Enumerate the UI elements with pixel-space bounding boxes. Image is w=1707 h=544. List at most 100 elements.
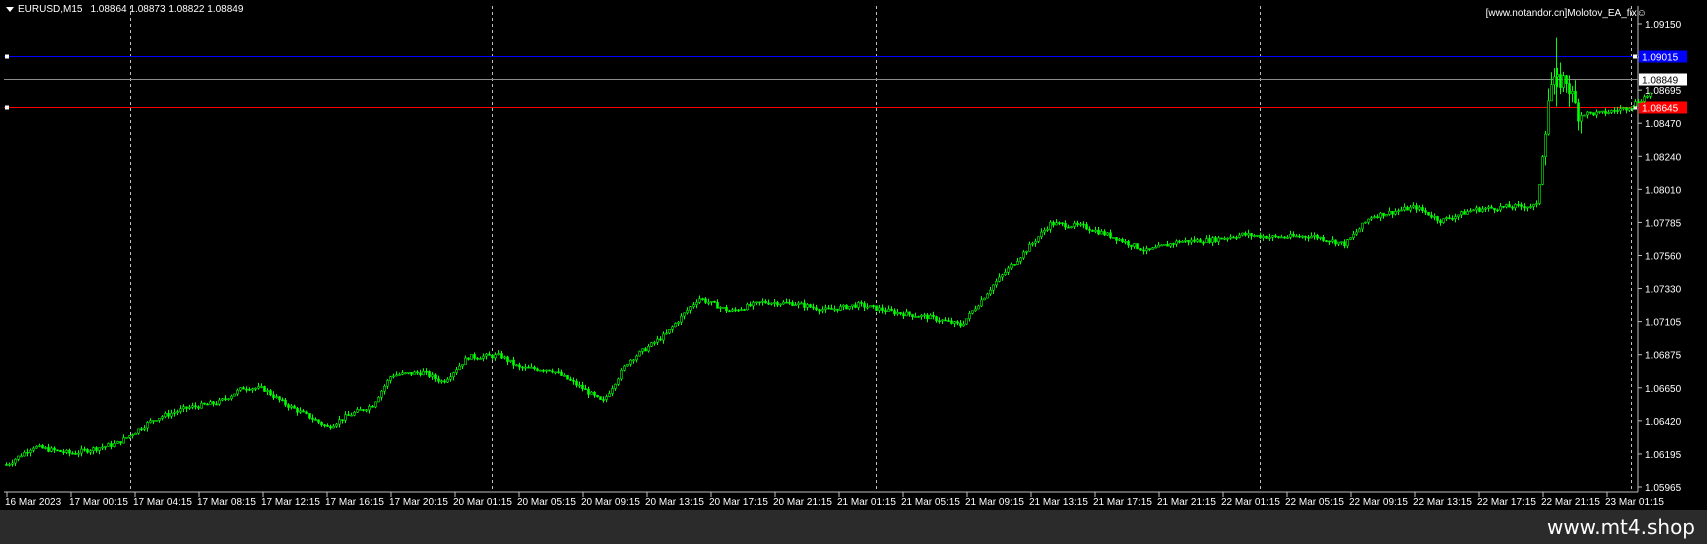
price-tick-label: 1.06420	[1645, 417, 1682, 428]
candle-body	[965, 318, 968, 325]
candle-body	[758, 301, 761, 304]
candle-body	[728, 310, 731, 313]
candle-body	[1625, 107, 1628, 111]
candle-body	[221, 398, 224, 401]
candle-body	[371, 406, 374, 408]
candle-body	[368, 406, 371, 411]
candle-body	[647, 346, 650, 352]
time-tick-label: 17 Mar 04:15	[133, 497, 192, 508]
candle-body	[1637, 101, 1640, 103]
candle-body	[1601, 110, 1604, 113]
candle-body	[1082, 223, 1085, 226]
candle-body	[1445, 217, 1448, 219]
candle-body	[1319, 237, 1322, 239]
time-tick-label: 16 Mar 2023	[5, 497, 62, 508]
candle-body	[893, 310, 896, 315]
candle-body	[77, 452, 80, 455]
candle-body	[1043, 229, 1046, 233]
candle-body	[1454, 216, 1457, 219]
candle-body	[974, 308, 977, 312]
candle-body	[473, 354, 476, 359]
candle-body	[197, 406, 200, 409]
candle-body	[1622, 107, 1625, 109]
candle-body	[1634, 101, 1637, 107]
candle-body	[740, 309, 743, 311]
site-footer: www.mt4.shop	[0, 510, 1707, 544]
candle-body	[662, 333, 665, 341]
candle-body	[29, 449, 32, 453]
candle-body	[242, 387, 245, 390]
price-chart[interactable]: 1.091501.089251.086951.084701.082401.080…	[0, 0, 1707, 510]
candle-body	[23, 451, 26, 457]
candle-body	[1094, 229, 1097, 232]
candle-body	[1607, 112, 1610, 114]
candle-body	[1286, 237, 1289, 239]
chart-window[interactable]: 1.091501.089251.086951.084701.082401.080…	[0, 0, 1707, 510]
candle-body	[26, 451, 29, 454]
candle-body	[1181, 241, 1184, 243]
candle-body	[461, 364, 464, 367]
candle-body	[1568, 83, 1571, 94]
candle-body	[701, 298, 704, 300]
candle-body	[182, 406, 185, 410]
candle-body	[929, 314, 932, 320]
time-tick-label: 21 Mar 13:15	[1029, 497, 1088, 508]
candle-body	[842, 304, 845, 307]
candle-body	[1202, 242, 1205, 244]
candle-body	[98, 447, 101, 451]
candle-body	[1379, 212, 1382, 218]
candle-body	[788, 302, 791, 304]
candle-body	[536, 368, 539, 371]
candle-body	[1022, 251, 1025, 259]
candle-body	[878, 307, 881, 311]
candle-body	[1247, 233, 1250, 236]
candle-body	[599, 396, 602, 400]
candle-body	[1463, 211, 1466, 215]
candle-body	[86, 449, 89, 453]
candle-body	[626, 364, 629, 367]
candle-body	[782, 301, 785, 305]
time-tick-label: 20 Mar 05:15	[517, 497, 576, 508]
candle-body	[89, 450, 92, 453]
candle-body	[1517, 204, 1520, 206]
candle-body	[551, 370, 554, 373]
candle-body	[386, 380, 389, 387]
candle-body	[245, 388, 248, 391]
candle-body	[881, 307, 884, 311]
candle-body	[1304, 235, 1307, 238]
candle-body	[1235, 237, 1238, 239]
candle-body	[335, 423, 338, 427]
candle-body	[374, 401, 377, 408]
candle-body	[1649, 92, 1652, 97]
candle-body	[755, 301, 758, 304]
price-tick-label: 1.07105	[1645, 318, 1682, 329]
candle-body	[1427, 211, 1430, 216]
candle-body	[206, 403, 209, 406]
candle-body	[428, 371, 431, 377]
candle-body	[1544, 133, 1547, 158]
candle-body	[1643, 96, 1646, 102]
candle-body	[215, 403, 218, 406]
candle-body	[323, 424, 326, 427]
candle-body	[1256, 234, 1259, 237]
candle-body	[209, 401, 212, 405]
candle-body	[833, 308, 836, 311]
candle-body	[680, 315, 683, 323]
candle-body	[1361, 222, 1364, 230]
time-tick-label: 22 Mar 21:15	[1541, 497, 1600, 508]
candle-body	[746, 304, 749, 311]
candle-body	[347, 414, 350, 416]
candle-body	[836, 308, 839, 311]
candle-body	[926, 314, 929, 320]
candle-body	[986, 293, 989, 299]
candle-body	[671, 326, 674, 330]
candle-body	[1100, 231, 1103, 235]
candle-body	[218, 399, 221, 405]
candle-body	[584, 388, 587, 390]
candle-body	[722, 307, 725, 309]
candle-body	[1313, 235, 1316, 237]
candle-body	[1367, 218, 1370, 223]
dropdown-triangle-icon[interactable]	[6, 7, 14, 12]
candle-body	[269, 390, 272, 396]
candle-body	[1124, 240, 1127, 243]
